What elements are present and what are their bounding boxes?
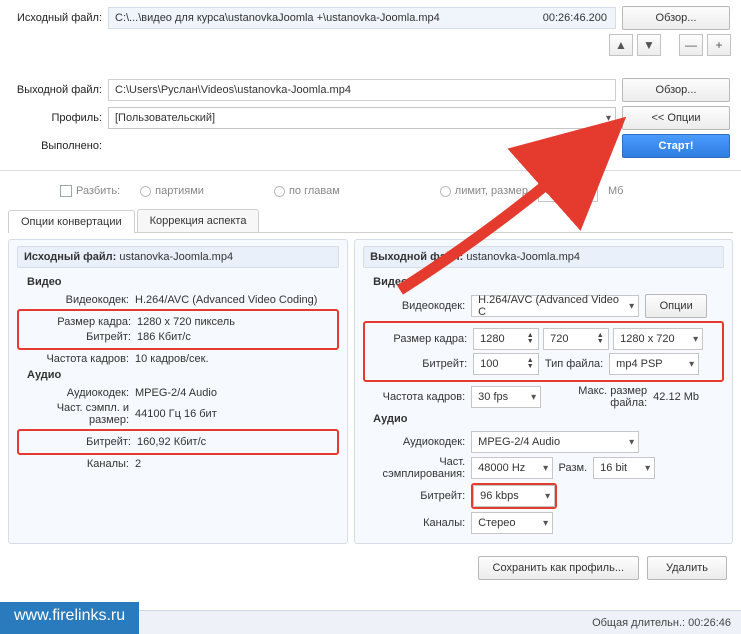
channels-select[interactable]: Стерео — [471, 512, 553, 534]
tab-conversion-options[interactable]: Опции конвертации — [8, 210, 135, 233]
profile-value: [Пользовательский] — [115, 112, 215, 124]
audio-section-out: Аудио — [373, 413, 724, 425]
start-button[interactable]: Старт! — [622, 134, 730, 158]
remove-icon[interactable]: — — [679, 34, 703, 56]
source-file-label: Исходный файл: — [8, 12, 108, 24]
move-up-icon[interactable]: ▲ — [609, 34, 633, 56]
chevron-down-icon — [606, 112, 611, 124]
src-audio-bitrate: 160,92 Кбит/с — [137, 436, 206, 448]
max-file-size: 42.12 Mb — [653, 391, 699, 403]
frame-height-spinner[interactable]: 720▲▼ — [543, 328, 609, 350]
radio-by-parts[interactable] — [140, 186, 151, 197]
chevron-down-icon — [588, 185, 593, 197]
spinner-arrows-icon: ▲▼ — [594, 333, 606, 345]
split-checkbox[interactable] — [60, 185, 72, 197]
output-file-label: Выходной файл: — [8, 84, 108, 96]
chevron-down-icon — [689, 358, 694, 370]
chevron-down-icon — [629, 436, 634, 448]
highlight-src-frame-bitrate: Размер кадра:1280 x 720 пиксель Битрейт:… — [17, 309, 339, 350]
src-audio-codec: MPEG-2/4 Audio — [135, 387, 217, 399]
tab-aspect-correction[interactable]: Коррекция аспекта — [137, 209, 260, 232]
audio-codec-select[interactable]: MPEG-2/4 Audio — [471, 431, 639, 453]
src-channels: 2 — [135, 458, 141, 470]
video-section-out: Видео — [373, 276, 724, 288]
options-toggle-button[interactable]: << Опции — [622, 106, 730, 130]
output-panel: Выходной файл: ustanovka-Joomla.mp4 Виде… — [354, 239, 733, 544]
source-panel-header: Исходный файл: ustanovka-Joomla.mp4 — [17, 246, 339, 268]
chevron-down-icon — [543, 517, 548, 529]
source-file-field: C:\...\видео для курса\ustanovkaJoomla +… — [108, 7, 616, 29]
src-fps: 10 кадров/сек. — [135, 353, 209, 365]
radio-limit-size[interactable] — [440, 186, 451, 197]
chevron-down-icon — [645, 462, 650, 474]
source-file-path: C:\...\видео для курса\ustanovkaJoomla +… — [115, 12, 440, 24]
file-type-select[interactable]: mp4 PSP — [609, 353, 699, 375]
chevron-down-icon — [629, 300, 634, 312]
video-codec-options-button[interactable]: Опции — [645, 294, 707, 318]
highlight-src-abitrate: Битрейт:160,92 Кбит/с — [17, 429, 339, 455]
output-file-path: C:\Users\Руслан\Videos\ustanovka-Joomla.… — [115, 84, 351, 96]
src-sample: 44100 Гц 16 бит — [135, 408, 217, 420]
frame-width-spinner[interactable]: 1280▲▼ — [473, 328, 539, 350]
src-video-bitrate: 186 Кбит/с — [137, 331, 191, 343]
by-parts-label: партиями — [155, 185, 204, 197]
browse-output-button[interactable]: Обзор... — [622, 78, 730, 102]
fps-select[interactable]: 30 fps — [471, 386, 541, 408]
audio-section: Аудио — [27, 369, 339, 381]
video-section: Видео — [27, 276, 339, 288]
highlight-out-frame-bitrate: Размер кадра: 1280▲▼ 720▲▼ 1280 x 720 Би… — [363, 321, 724, 382]
size-unit: Мб — [608, 185, 623, 197]
save-profile-button[interactable]: Сохранить как профиль... — [478, 556, 639, 580]
video-bitrate-spinner[interactable]: 100▲▼ — [473, 353, 539, 375]
src-frame-size: 1280 x 720 пиксель — [137, 316, 235, 328]
bit-depth-select[interactable]: 16 bit — [593, 457, 655, 479]
watermark: www.firelinks.ru — [0, 602, 139, 634]
source-duration: 00:26:46.200 — [543, 12, 607, 24]
done-label: Выполнено: — [8, 140, 108, 152]
audio-bitrate-select[interactable]: 96 kbps — [473, 485, 555, 507]
limit-size-select[interactable]: 640 — [538, 180, 598, 202]
source-panel: Исходный файл: ustanovka-Joomla.mp4 Виде… — [8, 239, 348, 544]
profile-label: Профиль: — [8, 112, 108, 124]
move-down-icon[interactable]: ▼ — [637, 34, 661, 56]
browse-source-button[interactable]: Обзор... — [622, 6, 730, 30]
delete-profile-button[interactable]: Удалить — [647, 556, 727, 580]
src-video-codec: H.264/AVC (Advanced Video Coding) — [135, 294, 317, 306]
chevron-down-icon — [545, 490, 550, 502]
radio-by-chapters[interactable] — [274, 186, 285, 197]
sample-rate-select[interactable]: 48000 Hz — [471, 457, 553, 479]
total-duration: 00:26:46 — [688, 617, 731, 629]
highlight-out-abitrate: 96 kbps — [471, 483, 557, 509]
chevron-down-icon — [531, 391, 536, 403]
by-chapters-label: по главам — [289, 185, 340, 197]
profile-select[interactable]: [Пользовательский] — [108, 107, 616, 129]
output-file-field[interactable]: C:\Users\Руслан\Videos\ustanovka-Joomla.… — [108, 79, 616, 101]
frame-preset-select[interactable]: 1280 x 720 — [613, 328, 703, 350]
limit-size-label: лимит, размер — [455, 185, 528, 197]
chevron-down-icon — [543, 462, 548, 474]
spinner-arrows-icon: ▲▼ — [524, 333, 536, 345]
split-label: Разбить: — [76, 185, 120, 197]
chevron-down-icon — [693, 333, 698, 345]
spinner-arrows-icon: ▲▼ — [524, 358, 536, 370]
out-video-codec-select[interactable]: H.264/AVC (Advanced Video C — [471, 295, 639, 317]
output-panel-header: Выходной файл: ustanovka-Joomla.mp4 — [363, 246, 724, 268]
add-icon[interactable]: + — [707, 34, 731, 56]
